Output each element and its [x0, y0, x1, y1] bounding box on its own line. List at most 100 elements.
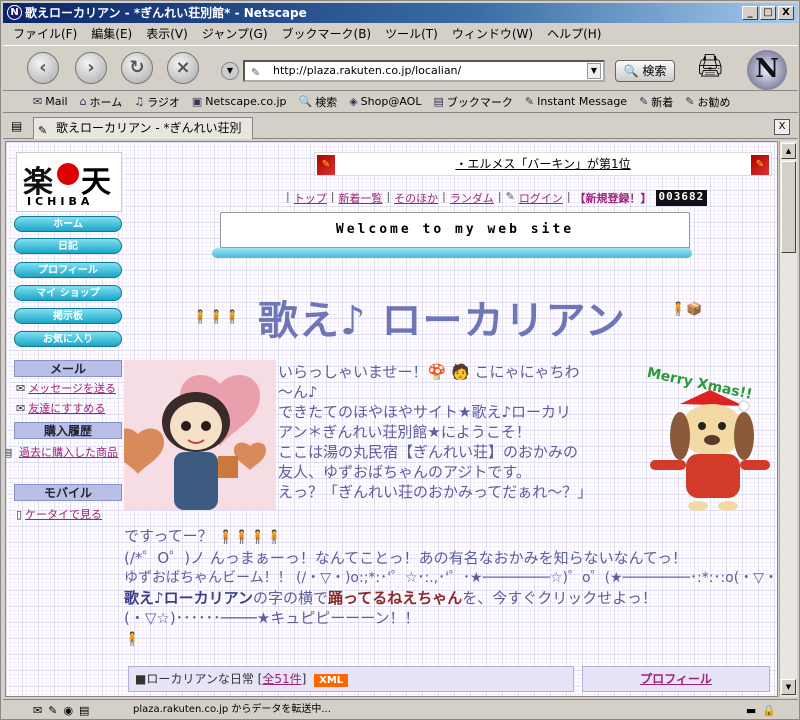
menu-edit[interactable]: 編集(E)	[91, 25, 132, 42]
xmas-dog-illustration: Merry Xmas!!	[640, 364, 776, 514]
web-page: 楽 天 ICHIBA ホーム 日記 プロフィール マイ ショップ 掲示板 お気に…	[5, 141, 778, 697]
menu-bookmarks[interactable]: ブックマーク(B)	[282, 25, 372, 42]
forward-button[interactable]: ›	[75, 52, 107, 84]
close-button[interactable]: X	[778, 6, 794, 20]
maximize-button[interactable]: □	[760, 6, 776, 20]
personal-toolbar: ✉ Mail ⌂ ホーム ♫ ラジオ ▣ Netscape.co.jp 🔍 検索 ◈ Sho…	[3, 91, 798, 113]
side-myshop-button[interactable]: マイ ショップ	[14, 285, 122, 301]
scroll-down-icon[interactable]: ▼	[781, 679, 796, 695]
vertical-scrollbar[interactable]: ▲ ▼	[779, 141, 797, 697]
bookmark-folder[interactable]: ▤ ブックマーク	[433, 94, 512, 110]
tab-current[interactable]: ✎ 歌えローカリアン - *ぎんれい荘別館*	[33, 117, 253, 155]
banner-link[interactable]: ・エルメス「バーキン」が第1位	[455, 157, 630, 171]
bookmark-home[interactable]: ⌂ ホーム	[80, 94, 123, 110]
intro-text: いらっしゃいませー！🍄 🧑 こにゃにゃちわ 〜ん♪ できたてのほやほやサイト★歌…	[278, 363, 593, 501]
window-title: 歌えローカリアン - *ぎんれい荘別館* - Netscape	[25, 6, 307, 20]
login-link[interactable]: ログイン	[519, 190, 563, 206]
welcome-bar	[212, 248, 692, 258]
bookmark-mail[interactable]: ✉ Mail	[33, 95, 68, 108]
netscape-icon: N	[7, 5, 22, 20]
my-icon: ▣	[191, 95, 203, 108]
pencil-icon: ✎	[505, 190, 515, 203]
netscape-logo[interactable]: N	[747, 50, 787, 90]
magnifier-icon: 🔍	[623, 64, 639, 78]
menu-go[interactable]: ジャンプ(G)	[202, 25, 268, 42]
composer-icon[interactable]: ✎	[48, 702, 57, 720]
profile-header[interactable]: プロフィール	[582, 666, 770, 692]
bookmark-im[interactable]: ✎ Instant Message	[525, 95, 627, 108]
status-text: plaza.rakuten.co.jp からデータを転送中...	[133, 704, 331, 715]
search-button[interactable]: 🔍 検索	[615, 60, 675, 82]
print-icon[interactable]: 🖨	[695, 54, 725, 82]
scroll-up-icon[interactable]: ▲	[781, 143, 796, 159]
close-tab-button[interactable]: X	[774, 119, 790, 135]
shop-icon: ◈	[349, 95, 358, 108]
xml-badge[interactable]: XML	[314, 674, 349, 687]
logo-circle	[57, 163, 79, 185]
other-link[interactable]: そのほか	[394, 190, 438, 206]
side-diary-button[interactable]: 日記	[14, 238, 122, 254]
title-bar: N 歌えローカリアン - *ぎんれい荘別館* - Netscape _ □ X	[3, 3, 798, 23]
envelope-icon: ✉	[16, 382, 26, 395]
search-icon: 🔍	[298, 95, 313, 108]
side-favorites-button[interactable]: お気に入り	[14, 331, 122, 347]
diary-count-link[interactable]: 全51件	[262, 672, 301, 686]
menu-file[interactable]: ファイル(F)	[13, 25, 77, 42]
link-icon: ✎	[639, 95, 649, 108]
new-tab-icon[interactable]: ▤	[11, 119, 22, 133]
url-dropdown-icon[interactable]: ▼	[587, 63, 601, 79]
menu-bar: ファイル(F) 編集(E) 表示(V) ジャンプ(G) ブックマーク(B) ツー…	[3, 23, 798, 43]
addressbook-icon[interactable]: ▤	[79, 702, 89, 720]
menu-help[interactable]: ヘルプ(H)	[547, 25, 601, 42]
navigation-toolbar: ‹ › ↻ × ▼ ✎ http://plaza.rakuten.co.jp/l…	[3, 45, 798, 91]
progress-icon: ▬	[745, 704, 757, 717]
bookmark-recommend[interactable]: ✎ お勧め	[685, 94, 730, 110]
url-text[interactable]: http://plaza.rakuten.co.jp/localian/	[273, 64, 461, 77]
bookmark-netscape[interactable]: ▣ Netscape.co.jp	[192, 95, 287, 108]
chat-icon[interactable]: ◉	[63, 702, 73, 720]
mail-icon[interactable]: ✉	[33, 702, 42, 720]
bookmark-search[interactable]: 🔍 検索	[298, 94, 337, 110]
page-icon: ✎	[38, 124, 48, 137]
menu-window[interactable]: ウィンドウ(W)	[452, 25, 533, 42]
bookmark-new[interactable]: ✎ 新着	[639, 94, 673, 110]
top-links: | トップ | 新着一覧 | そのほか | ランダム | ✎ ログイン | 【新規登録！】 0…	[286, 190, 708, 206]
scroll-thumb[interactable]	[781, 161, 796, 253]
search-button-label: 検索	[642, 64, 667, 78]
reload-button[interactable]: ↻	[121, 52, 153, 84]
register-link[interactable]: 【新規登録！】	[575, 190, 652, 206]
minimize-button[interactable]: _	[742, 6, 758, 20]
security-lock-icon: 🔒	[762, 704, 776, 717]
bookmark-shop[interactable]: ◈ Shop@AOL	[349, 95, 421, 108]
status-bar: ✉ ✎ ◉ ▤ plaza.rakuten.co.jp からデータを転送中...…	[3, 699, 798, 719]
history-heading: 購入履歴	[14, 422, 122, 439]
stop-button[interactable]: ×	[167, 52, 199, 84]
top-link[interactable]: トップ	[294, 190, 327, 206]
side-home-button[interactable]: ホーム	[14, 216, 122, 232]
welcome-banner: Welcome to my web site	[220, 212, 690, 248]
side-bbs-button[interactable]: 掲示板	[14, 308, 122, 324]
phone-icon: ▯	[16, 508, 23, 521]
url-bar[interactable]: ✎ http://plaza.rakuten.co.jp/localian/ ▼	[243, 60, 605, 82]
page-icon: ✎	[251, 66, 261, 79]
menu-view[interactable]: 表示(V)	[146, 25, 188, 42]
send-message-link[interactable]: ✉ メッセージを送る	[16, 380, 126, 396]
rakuten-logo[interactable]: 楽 天 ICHIBA	[16, 152, 122, 212]
diary-title: ■ローカリアンな日常	[135, 672, 254, 686]
menu-tools[interactable]: ツール(T)	[385, 25, 438, 42]
back-button[interactable]: ‹	[27, 52, 59, 84]
dancing-person-icon[interactable]: 🧍	[124, 632, 140, 647]
bookmark-radio[interactable]: ♫ ラジオ	[134, 94, 180, 110]
tab-bar: ▤ ✎ 歌えローカリアン - *ぎんれい荘別館* X	[3, 115, 798, 155]
new-list-link[interactable]: 新着一覧	[338, 190, 382, 206]
girl-illustration[interactable]	[124, 360, 276, 510]
mobile-link[interactable]: ▯ ケータイで見る	[16, 506, 126, 522]
purchase-history-link[interactable]: ▤過去に購入した商品	[6, 444, 122, 460]
side-profile-button[interactable]: プロフィール	[14, 262, 122, 278]
recommend-friend-link[interactable]: ✉ 友達にすすめる	[16, 400, 126, 416]
link-icon: ✎	[685, 95, 695, 108]
mail-heading: メール	[14, 360, 122, 377]
random-link[interactable]: ランダム	[450, 190, 494, 206]
mail-icon: ✉	[33, 95, 43, 108]
history-dropdown-icon[interactable]: ▼	[221, 62, 239, 80]
